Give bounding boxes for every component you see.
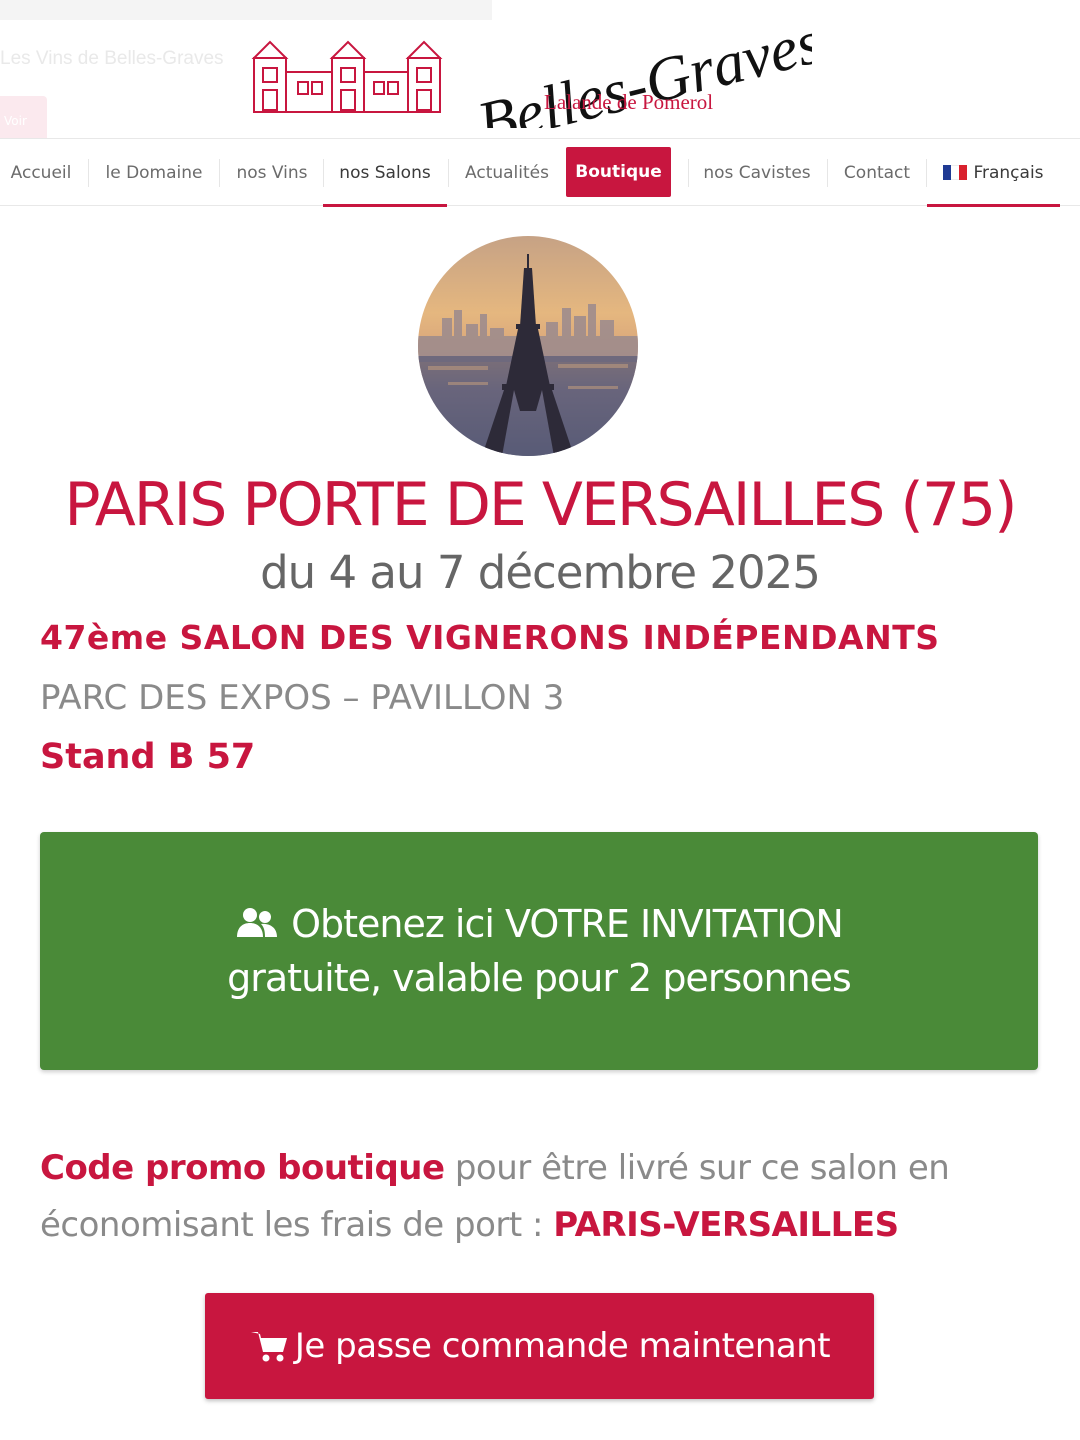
nav-item-accueil[interactable]: Accueil <box>0 139 82 206</box>
nav-item-boutique[interactable]: Boutique <box>566 147 671 197</box>
promo-label: Code promo boutique <box>40 1148 445 1188</box>
order-label: Je passe commande maintenant <box>294 1326 831 1366</box>
nav-item-domaine[interactable]: le Domaine <box>94 139 214 206</box>
nav-divider <box>688 159 689 187</box>
promo-code-paragraph: Code promo boutique pour être livré sur … <box>40 1140 1050 1254</box>
faded-tagline: Les Vins de Belles-Graves <box>0 48 224 69</box>
promo-code: PARIS-VERSAILLES <box>553 1205 899 1245</box>
invitation-text-1: Obtenez ici VOTRE INVITATION <box>291 902 844 946</box>
nav-item-contact[interactable]: Contact <box>832 139 922 206</box>
brand-subtitle: Lalande de Pomerol <box>544 90 714 114</box>
nav-divider <box>88 159 89 187</box>
site-header: Les Vins de Belles-Graves Voir Belles-Gr… <box>0 0 1080 146</box>
salon-name: 47ème SALON DES VIGNERONS INDÉPENDANTS <box>40 618 940 657</box>
language-label: Français <box>973 162 1044 183</box>
stand-number: Stand B 57 <box>40 737 256 777</box>
nav-item-salons[interactable]: nos Salons <box>323 139 447 207</box>
users-icon <box>237 908 278 937</box>
french-flag-icon <box>943 165 968 180</box>
eiffel-tower-photo <box>418 236 638 456</box>
event-dates: du 4 au 7 décembre 2025 <box>260 546 821 599</box>
cart-icon <box>250 1332 287 1362</box>
get-invitation-button[interactable]: Obtenez ici VOTRE INVITATION gratuite, v… <box>40 832 1038 1070</box>
language-selector[interactable]: Français <box>927 139 1060 207</box>
nav-divider <box>448 159 449 187</box>
nav-divider <box>827 159 828 187</box>
main-nav: Accueil le Domaine nos Vins nos Salons A… <box>0 138 1080 207</box>
invitation-text-2: gratuite, valable pour 2 personnes <box>227 956 852 1000</box>
event-venue: PARC DES EXPOS – PAVILLON 3 <box>40 678 565 718</box>
site-logo[interactable]: Belles-Graves Lalande de Pomerol <box>250 8 812 128</box>
order-now-button[interactable]: Je passe commande maintenant <box>205 1293 874 1399</box>
invitation-line-1: Obtenez ici VOTRE INVITATION <box>235 897 844 951</box>
nav-item-cavistes[interactable]: nos Cavistes <box>692 139 822 206</box>
nav-item-vins[interactable]: nos Vins <box>224 139 320 206</box>
nav-item-actualites[interactable]: Actualités <box>452 139 562 206</box>
chateau-logo-icon <box>251 40 443 113</box>
nav-divider <box>219 159 220 187</box>
event-title: PARIS PORTE DE VERSAILLES (75) <box>64 470 1017 540</box>
